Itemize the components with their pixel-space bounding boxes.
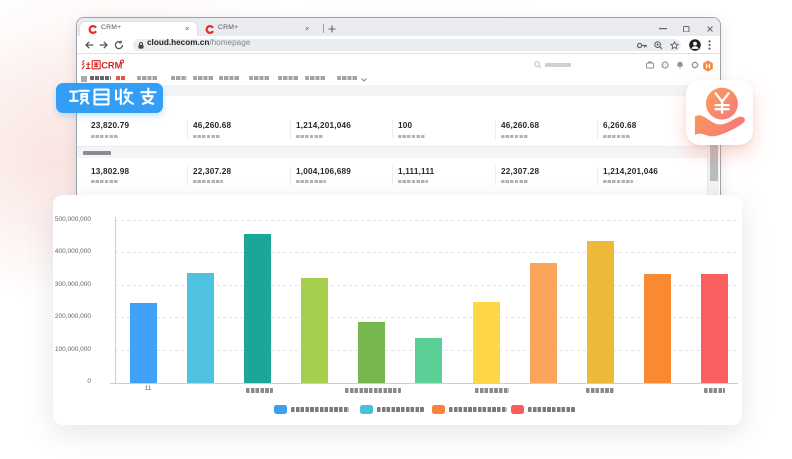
svg-text:H: H: [705, 63, 710, 70]
svg-text:CRM: CRM: [101, 60, 122, 70]
